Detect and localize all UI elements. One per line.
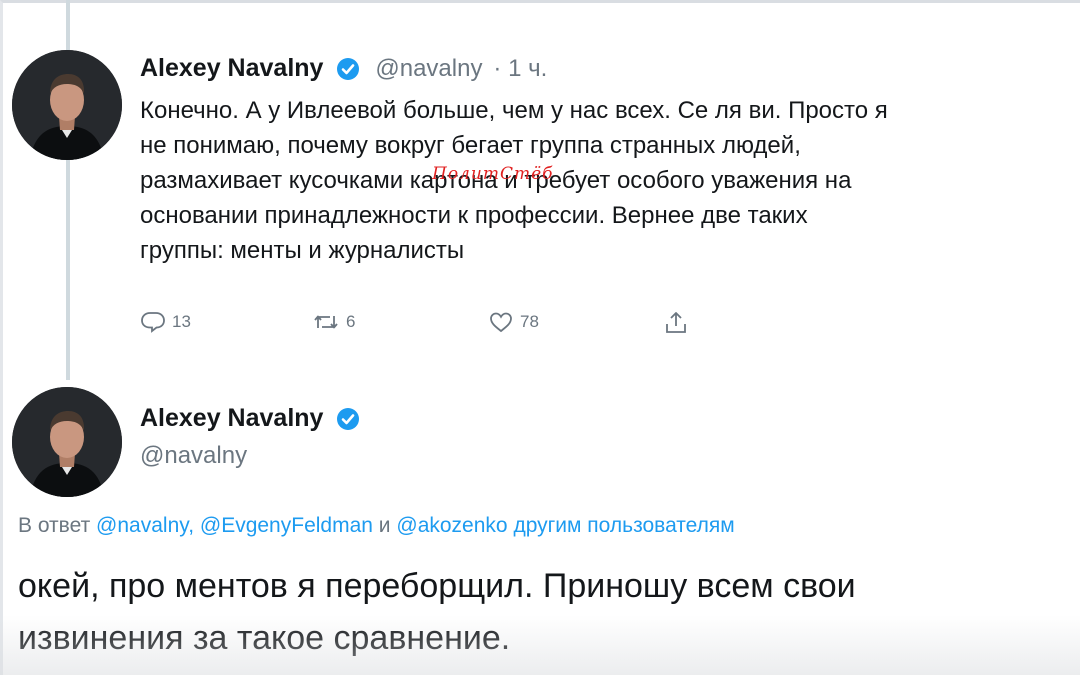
retweet-count: 6	[346, 312, 356, 331]
tweet-body: окей, про ментов я переборщил. Приношу в…	[18, 560, 1068, 664]
avatar[interactable]	[12, 50, 122, 160]
watermark-text: ПолитСтёб	[432, 164, 554, 184]
share-button[interactable]	[664, 310, 688, 336]
tweet-line: окей, про ментов я переборщил. Приношу в…	[18, 567, 856, 605]
avatar[interactable]	[12, 387, 122, 497]
retweet-button[interactable]: 6	[312, 310, 355, 334]
reply-prefix: В ответ	[18, 514, 91, 537]
tweet-line: Конечно. А у Ивлеевой больше, чем у нас …	[140, 97, 888, 124]
heart-icon	[490, 312, 512, 333]
tweet-line: извинения за такое сравнение.	[18, 619, 511, 657]
verified-badge-icon	[337, 58, 360, 81]
reply-and: и	[378, 514, 391, 537]
share-icon	[666, 312, 686, 333]
reply-button[interactable]: 13	[140, 310, 191, 334]
tweet-body: Конечно. А у Ивлеевой больше, чем у нас …	[140, 93, 1070, 268]
mention-link[interactable]: @EvgenyFeldman	[200, 514, 373, 537]
reply-icon	[141, 312, 165, 333]
other-users-link[interactable]: другим пользователям	[513, 514, 734, 537]
verified-badge-icon	[337, 408, 360, 431]
author-name[interactable]: Alexey Navalny @navalny · 1 ч.	[140, 54, 547, 83]
author-name[interactable]: Alexey Navalny	[140, 404, 360, 433]
author-handle[interactable]: @navalny	[140, 442, 247, 470]
reply-context: В ответ @navalny, @EvgenyFeldman и @akoz…	[18, 514, 735, 538]
like-button[interactable]: 78	[488, 310, 539, 334]
author-name-text[interactable]: Alexey Navalny	[140, 404, 323, 432]
tweet-line: группы: менты и журналисты	[140, 237, 465, 264]
tweet-actions: 13 6 78	[140, 310, 700, 340]
tweet-line: размахивает кусочками картона и требует …	[140, 167, 852, 194]
mention-link[interactable]: @akozenko	[396, 514, 507, 537]
mention-link[interactable]: @navalny,	[96, 514, 194, 537]
author-name-text[interactable]: Alexey Navalny	[140, 54, 323, 82]
like-count: 78	[520, 312, 539, 331]
author-handle[interactable]: @navalny	[375, 55, 482, 82]
tweet-line: не понимаю, почему вокруг бегает группа …	[140, 132, 801, 159]
tweet-timestamp[interactable]: · 1 ч.	[493, 55, 547, 82]
tweet-line: основании принадлежности к профессии. Ве…	[140, 202, 808, 229]
reply-count: 13	[172, 312, 191, 331]
retweet-icon	[314, 315, 338, 329]
